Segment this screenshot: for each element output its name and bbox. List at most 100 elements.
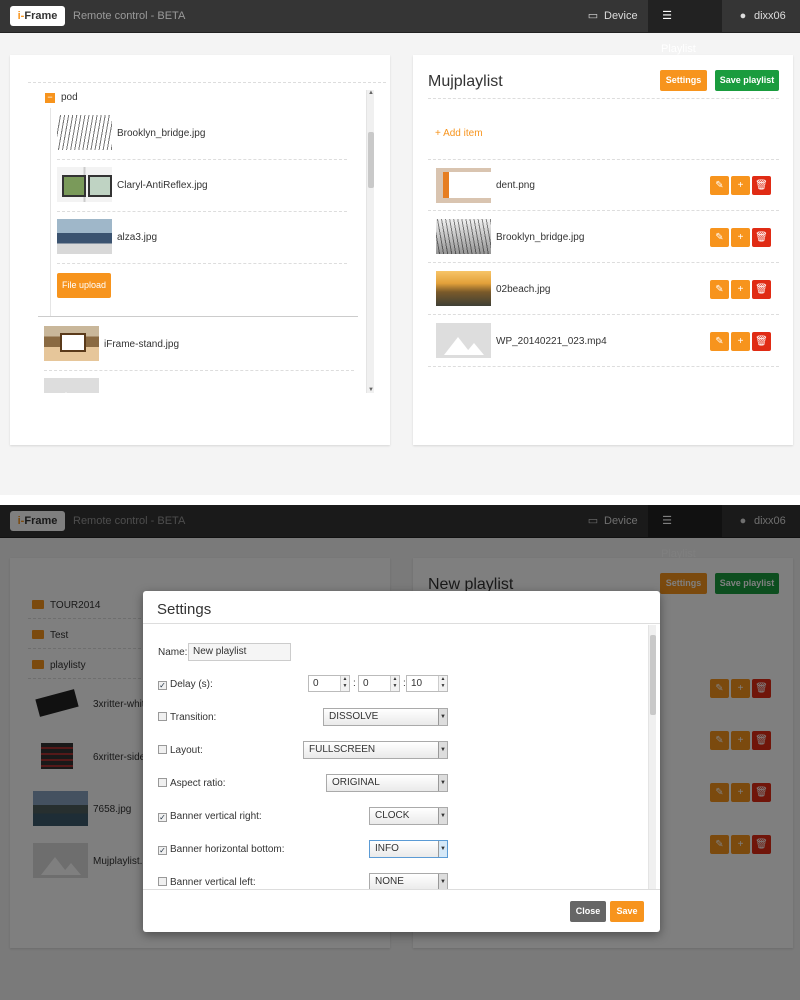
- banner-right-checkbox[interactable]: ✓: [158, 813, 167, 822]
- plus-icon[interactable]: +: [731, 176, 750, 195]
- stepper-arrows-icon[interactable]: ▲ ▼: [340, 676, 349, 691]
- banner-right-row: ✓ Banner vertical right:: [158, 811, 262, 822]
- trash-icon[interactable]: 🗑: [752, 332, 771, 351]
- plus-icon[interactable]: +: [731, 280, 750, 299]
- divider: [38, 316, 358, 317]
- scrollbar[interactable]: ▲ ▼: [366, 90, 374, 393]
- plus-icon[interactable]: +: [731, 228, 750, 247]
- stepper-arrows-icon[interactable]: ▲ ▼: [438, 676, 447, 691]
- edit-icon[interactable]: ✎: [710, 280, 729, 299]
- aspect-ratio-checkbox[interactable]: [158, 778, 167, 787]
- app-title: Remote control - BETA: [73, 10, 186, 22]
- divider: [57, 263, 347, 264]
- list-icon: ☰: [662, 10, 672, 22]
- file-name[interactable]: iFrame-stand.jpg: [104, 339, 179, 350]
- add-item-link[interactable]: + Add item: [435, 128, 483, 139]
- chevron-down-icon[interactable]: ▼: [438, 808, 447, 824]
- scrollbar-thumb[interactable]: [368, 132, 374, 188]
- close-button[interactable]: Close: [570, 901, 606, 922]
- modal-scrollbar[interactable]: [648, 625, 656, 889]
- thumbnail-image: [57, 115, 112, 150]
- chevron-down-icon[interactable]: ▼: [438, 841, 447, 857]
- trash-icon[interactable]: 🗑: [752, 228, 771, 247]
- divider: [57, 211, 347, 212]
- edit-icon[interactable]: ✎: [710, 228, 729, 247]
- item-name: Brooklyn_bridge.jpg: [496, 232, 585, 243]
- trash-icon[interactable]: 🗑: [752, 280, 771, 299]
- nav-user[interactable]: ●dixx06: [724, 0, 799, 33]
- nav-playlist[interactable]: ☰Playlist: [648, 0, 722, 55]
- save-playlist-button[interactable]: Save playlist: [715, 70, 779, 91]
- scrollbar-thumb[interactable]: [650, 635, 656, 715]
- name-input[interactable]: New playlist: [188, 643, 291, 661]
- divider: [428, 314, 779, 315]
- transition-checkbox[interactable]: [158, 712, 167, 721]
- screenshot-playlist: i-Frame Remote control - BETA ▭ Device ☰P…: [0, 0, 800, 495]
- thumbnail-image: [436, 168, 491, 203]
- layout-select[interactable]: FULLSCREEN ▼: [303, 741, 448, 759]
- aspect-ratio-select[interactable]: ORIGINAL ▼: [326, 774, 448, 792]
- thumbnail-image: [44, 326, 99, 361]
- name-label: Name:: [158, 647, 188, 658]
- edit-icon[interactable]: ✎: [710, 332, 729, 351]
- banner-bottom-checkbox[interactable]: ✓: [158, 846, 167, 855]
- file-browser-panel: − pod Brooklyn_bridge.jpg Claryl-AntiRefl…: [10, 55, 390, 445]
- banner-left-checkbox[interactable]: [158, 877, 167, 886]
- settings-button[interactable]: Settings: [660, 70, 707, 91]
- screenshot-settings-modal: i-Frame Remote control - BETA ▭Device ☰P…: [0, 505, 800, 1000]
- thumbnail-image: [57, 167, 112, 202]
- scroll-down-icon[interactable]: ▼: [368, 387, 374, 393]
- banner-bottom-select[interactable]: INFO ▼: [369, 840, 448, 858]
- banner-right-select[interactable]: CLOCK ▼: [369, 807, 448, 825]
- chevron-down-icon[interactable]: ▼: [438, 742, 447, 758]
- nav-device[interactable]: ▭Device: [574, 0, 651, 33]
- delay-minutes-stepper[interactable]: 0 ▲ ▼: [358, 675, 400, 692]
- transition-row: Transition:: [158, 712, 216, 723]
- divider: [428, 210, 779, 211]
- stepper-arrows-icon[interactable]: ▲ ▼: [390, 676, 399, 691]
- file-tree[interactable]: − pod Brooklyn_bridge.jpg Claryl-AntiRefl…: [38, 88, 366, 393]
- monitor-icon: ▭: [587, 10, 599, 22]
- delay-row: ✓ Delay (s):: [158, 679, 213, 690]
- thumbnail-image: [436, 271, 491, 306]
- collapse-icon[interactable]: −: [45, 93, 55, 103]
- banner-bottom-row: ✓ Banner horizontal bottom:: [158, 844, 285, 855]
- file-name[interactable]: alza3.jpg: [117, 232, 157, 243]
- user-icon: ●: [739, 10, 747, 22]
- iframe-logo[interactable]: i-Frame: [10, 6, 65, 26]
- layout-checkbox[interactable]: [158, 745, 167, 754]
- divider: [428, 98, 779, 99]
- settings-modal: Settings Name: New playlist ✓ Delay (s): …: [143, 591, 660, 932]
- banner-left-row: Banner vertical left:: [158, 877, 256, 888]
- file-name[interactable]: Brooklyn_bridge.jpg: [117, 128, 205, 139]
- delay-checkbox[interactable]: ✓: [158, 681, 167, 690]
- plus-icon[interactable]: +: [731, 332, 750, 351]
- divider: [428, 262, 779, 263]
- playlist-title: Mujplaylist: [428, 73, 503, 90]
- top-navbar: i-Frame Remote control - BETA ▭Device ☰P…: [0, 0, 800, 55]
- scroll-up-icon[interactable]: ▲: [368, 90, 374, 96]
- transition-select[interactable]: DISSOLVE ▼: [323, 708, 448, 726]
- folder-pod[interactable]: − pod: [45, 92, 78, 103]
- tree-line: [50, 108, 51, 316]
- file-upload-button[interactable]: File upload: [57, 273, 111, 298]
- delay-hours-stepper[interactable]: 0 ▲ ▼: [308, 675, 350, 692]
- divider: [57, 159, 347, 160]
- time-separator: :: [353, 678, 356, 689]
- banner-left-select[interactable]: NONE ▼: [369, 873, 448, 889]
- save-button[interactable]: Save: [610, 901, 644, 922]
- divider: [44, 370, 354, 371]
- item-name: dent.png: [496, 180, 535, 191]
- divider: [428, 366, 779, 367]
- delay-seconds-stepper[interactable]: 10 ▲ ▼: [406, 675, 448, 692]
- file-name[interactable]: Claryl-AntiReflex.jpg: [117, 180, 208, 191]
- trash-icon[interactable]: 🗑: [752, 176, 771, 195]
- chevron-down-icon[interactable]: ▼: [438, 709, 447, 725]
- thumbnail-image: [436, 219, 491, 254]
- chevron-down-icon[interactable]: ▼: [438, 775, 447, 791]
- divider: [428, 159, 779, 160]
- chevron-down-icon[interactable]: ▼: [438, 874, 447, 889]
- divider: [28, 82, 386, 83]
- edit-icon[interactable]: ✎: [710, 176, 729, 195]
- thumbnail-placeholder: [436, 323, 491, 358]
